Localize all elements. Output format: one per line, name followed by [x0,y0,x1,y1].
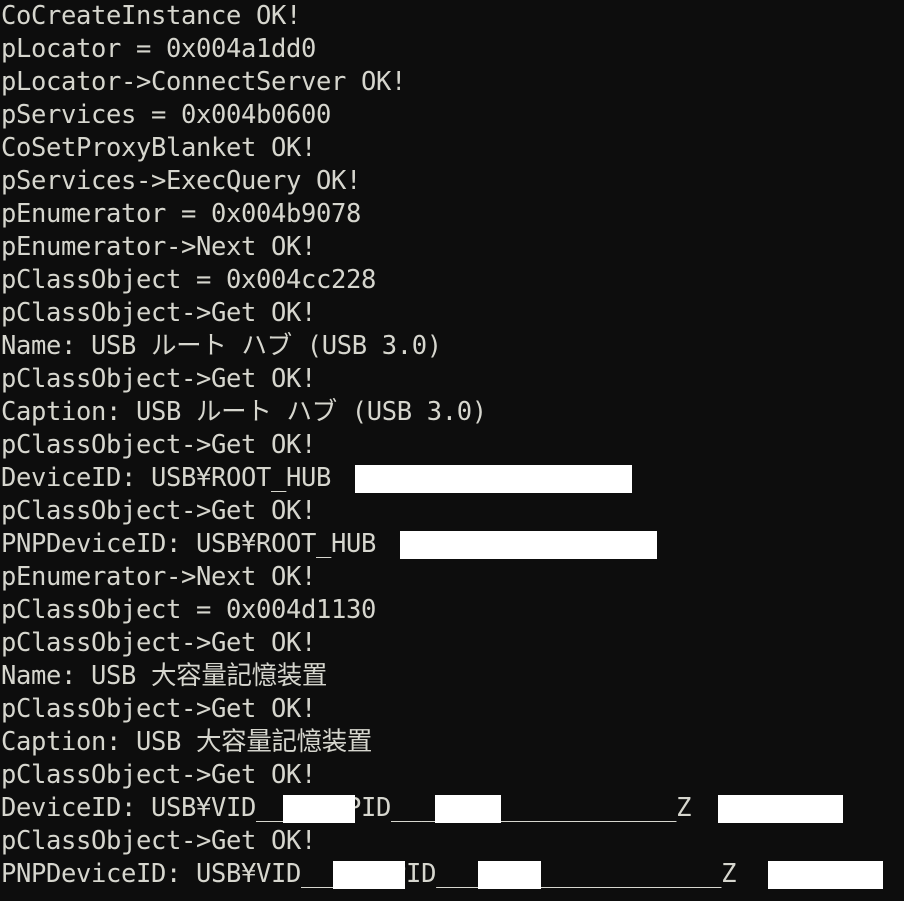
console-line: pClassObject->Get OK! [0,363,904,396]
console-line-text: pLocator = 0x004a1dd0 [1,34,317,64]
console-line-text: pEnumerator = 0x004b9078 [1,199,362,229]
redaction-box [283,795,355,823]
console-line: pEnumerator->Next OK! [0,231,904,264]
console-line: pClassObject->Get OK! [0,429,904,462]
console-line: DeviceID: USB¥ROOT_HUB [0,462,904,495]
console-line-text: pClassObject->Get OK! [1,430,317,460]
console-line-text: pEnumerator->Next OK! [1,232,317,262]
console-line: pClassObject->Get OK! [0,297,904,330]
redaction-box [435,795,501,823]
console-line-text: pServices->ExecQuery OK! [1,166,362,196]
console-line-text: pClassObject->Get OK! [1,496,317,526]
redaction-box [718,795,843,823]
redaction-box [355,465,632,493]
console-line-text: DeviceID: USB¥ROOT_HUB [1,463,332,493]
redaction-box [400,531,657,559]
console-line-text: Name: USB ルート ハブ (USB 3.0) [1,331,442,361]
console-line: CoCreateInstance OK! [0,0,904,33]
console-line-text: pClassObject->Get OK! [1,760,317,790]
console-output-text-area[interactable]: CoCreateInstance OK! pLocator = 0x004a1dd… [0,0,904,891]
console-line: pLocator->ConnectServer OK! [0,66,904,99]
console-line: pClassObject->Get OK! [0,693,904,726]
console-line: pEnumerator = 0x004b9078 [0,198,904,231]
console-line: Caption: USB ルート ハブ (USB 3.0) [0,396,904,429]
console-line: pClassObject = 0x004cc228 [0,264,904,297]
console-line-text: CoSetProxyBlanket OK! [1,133,317,163]
console-line-text: pClassObject->Get OK! [1,364,317,394]
console-line: CoSetProxyBlanket OK! [0,132,904,165]
console-line: Name: USB ルート ハブ (USB 3.0) [0,330,904,363]
console-line: Caption: USB 大容量記憶装置 [0,726,904,759]
console-line-text: pClassObject = 0x004d1130 [1,595,377,625]
console-line-text: pEnumerator->Next OK! [1,562,317,592]
console-window[interactable]: CoCreateInstance OK! pLocator = 0x004a1dd… [0,0,904,901]
console-line-text: pClassObject = 0x004cc228 [1,265,377,295]
console-line-text: pClassObject->Get OK! [1,694,317,724]
console-line: PNPDeviceID: USB¥ROOT_HUB [0,528,904,561]
console-line: Name: USB 大容量記憶装置 [0,660,904,693]
console-line: pServices->ExecQuery OK! [0,165,904,198]
console-line: pLocator = 0x004a1dd0 [0,33,904,66]
console-line-text: pLocator->ConnectServer OK! [1,67,407,97]
console-line-text: Name: USB 大容量記憶装置 [1,661,328,691]
console-line: pEnumerator->Next OK! [0,561,904,594]
console-line-text: pServices = 0x004b0600 [1,100,332,130]
console-line: pClassObject->Get OK! [0,495,904,528]
console-line: pClassObject = 0x004d1130 [0,594,904,627]
console-line-text: pClassObject->Get OK! [1,628,317,658]
console-line-text: CoCreateInstance OK! [1,1,302,31]
console-line-text: Caption: USB ルート ハブ (USB 3.0) [1,397,487,427]
console-line: pClassObject->Get OK! [0,627,904,660]
console-line: pServices = 0x004b0600 [0,99,904,132]
console-line-text: PNPDeviceID: USB¥ROOT_HUB [1,529,377,559]
console-line-text: Caption: USB 大容量記憶装置 [1,727,373,757]
console-line: DeviceID: USB¥VID_____&PID_____¥________… [0,792,904,825]
console-line-text: pClassObject->Get OK! [1,298,317,328]
console-line-text: pClassObject->Get OK! [1,826,317,856]
console-line: pClassObject->Get OK! [0,825,904,858]
redaction-box [478,861,541,889]
console-line: PNPDeviceID: USB¥VID_____&PID_____¥_____… [0,858,904,891]
redaction-box [768,861,883,889]
console-line: pClassObject->Get OK! [0,759,904,792]
redaction-box [333,861,405,889]
